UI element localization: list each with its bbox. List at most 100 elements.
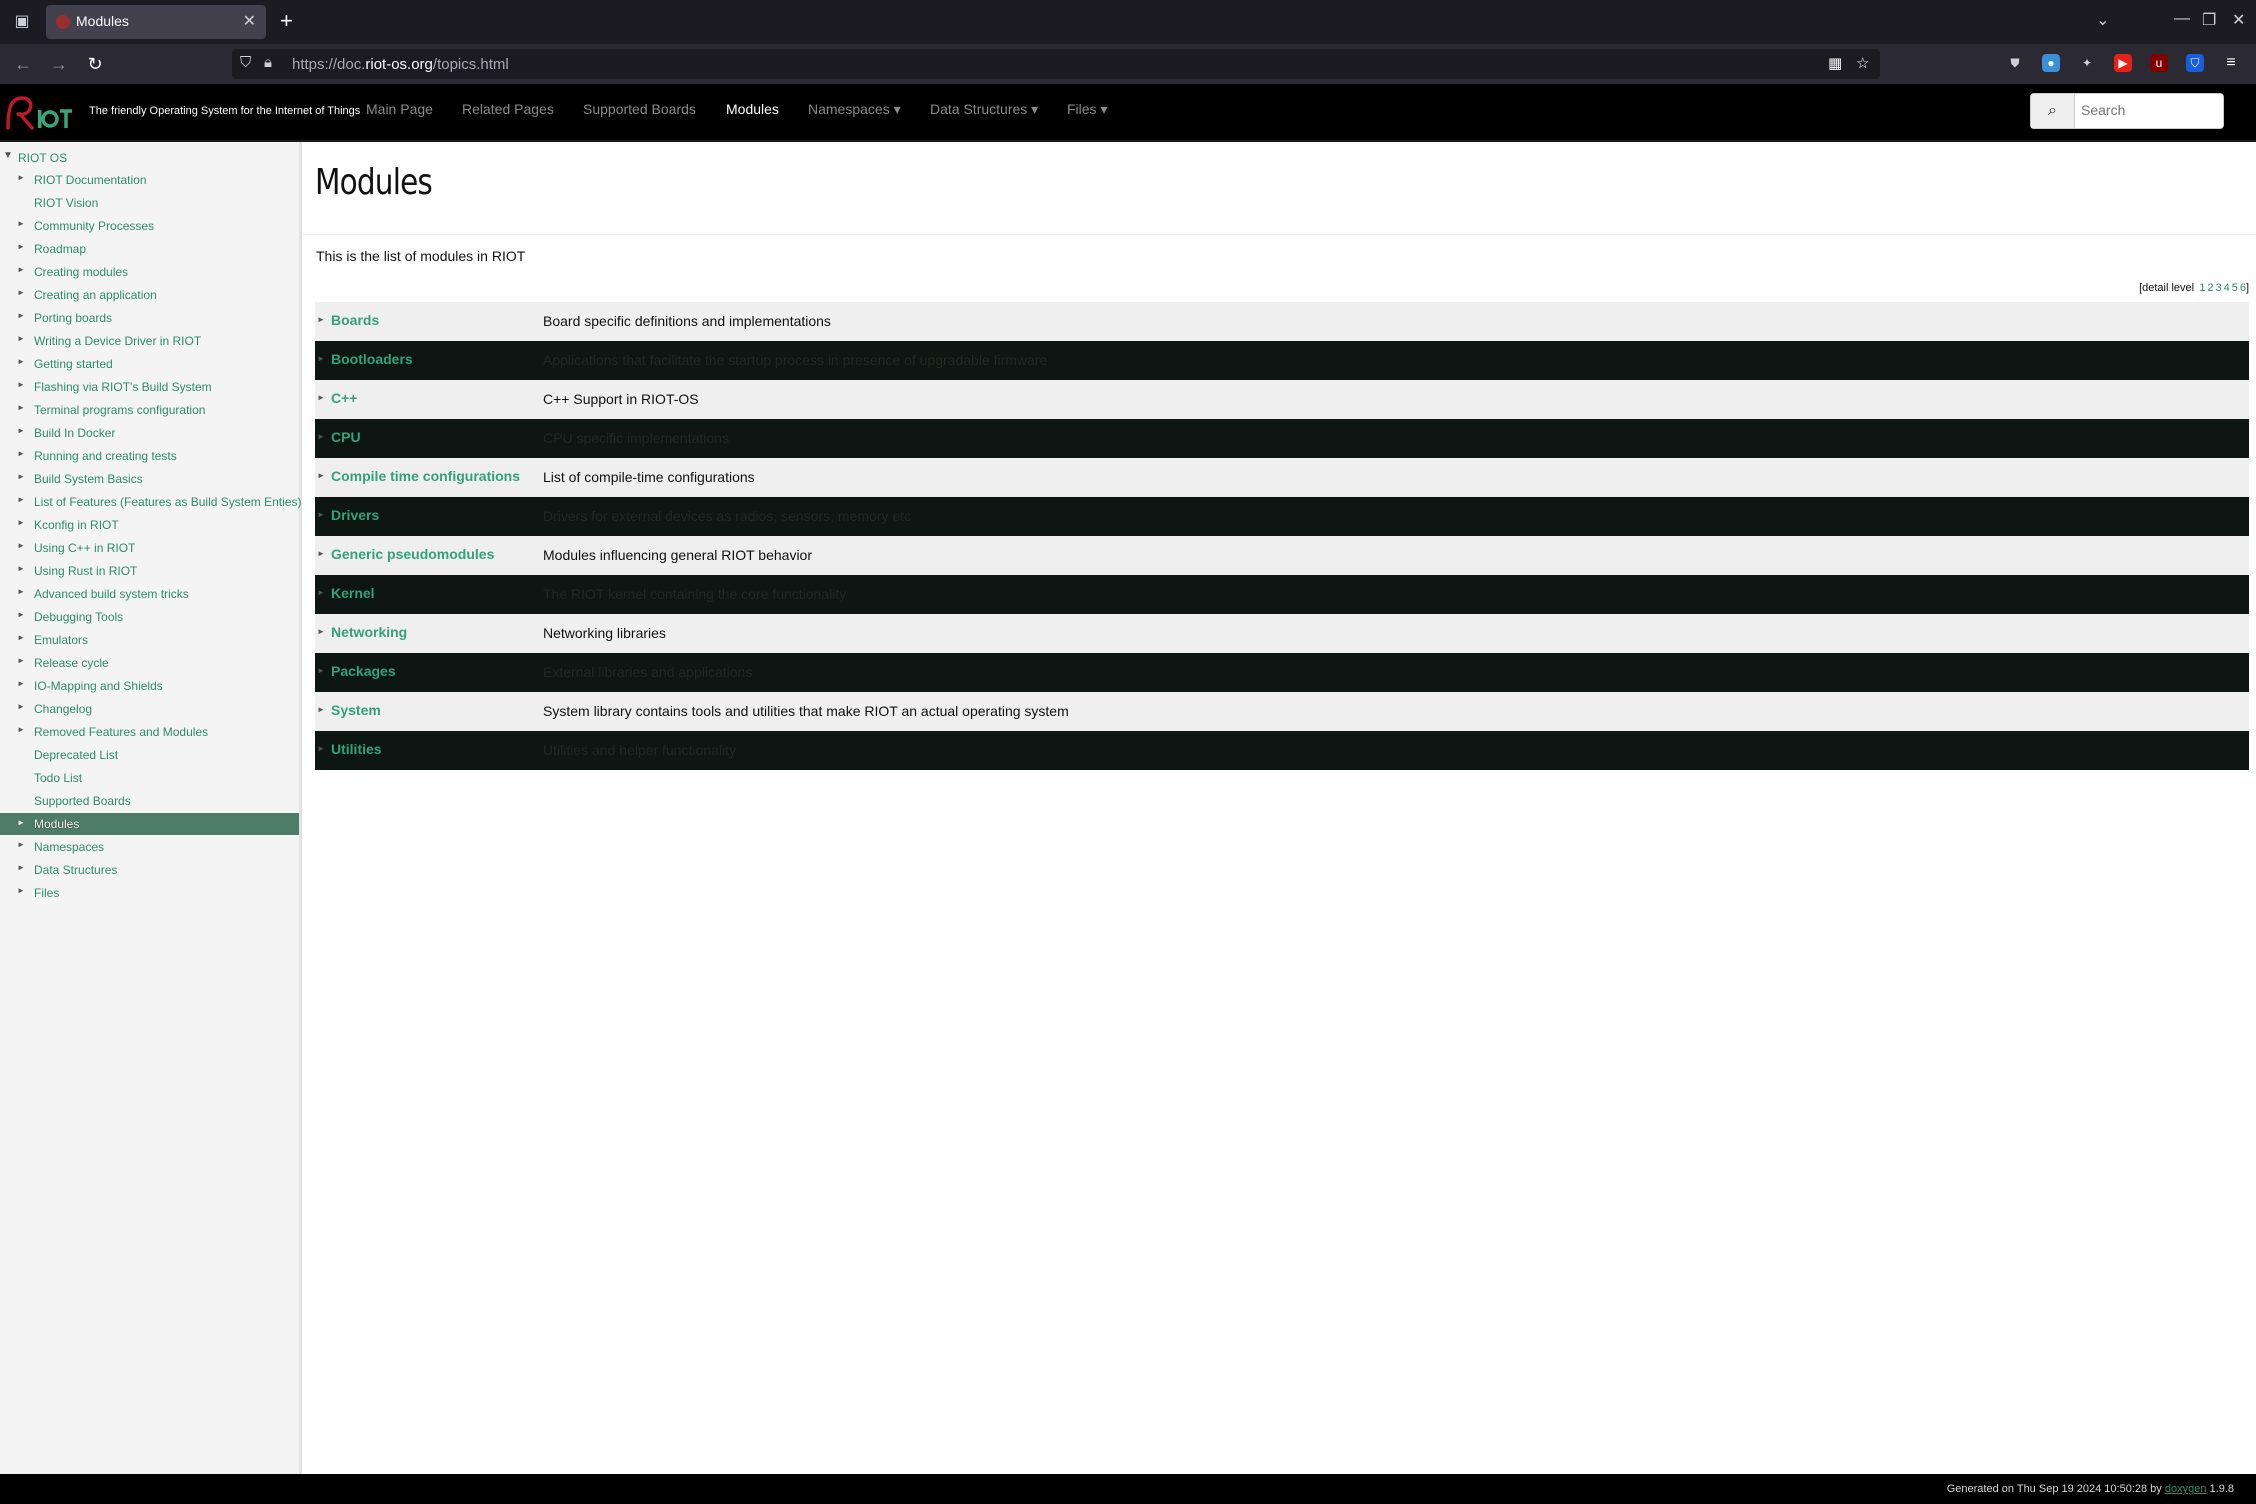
module-link[interactable]: Packages [331,663,396,679]
expand-arrow-icon[interactable]: ► [17,587,25,596]
module-link[interactable]: Utilities [331,741,382,757]
sidebar-item[interactable]: ► RIOT Documentation [0,171,299,189]
sidebar-item-label[interactable]: Running and creating tests [34,449,177,463]
sidebar-item-label[interactable]: Namespaces [34,840,104,854]
expand-arrow-icon[interactable]: ► [17,818,25,827]
expand-arrow-icon[interactable]: ► [17,357,25,366]
expand-arrow-icon[interactable]: ► [17,219,25,228]
browser-tab[interactable]: Modules ✕ [46,5,266,39]
sidebar-item[interactable]: ► Namespaces [0,838,299,856]
address-bar[interactable]: ⛉ 🔒︎ https://doc.riot-os.org/topics.html… [232,49,1880,79]
expand-arrow-icon[interactable]: ► [17,656,25,665]
sidebar-item[interactable]: ► Data Structures [0,861,299,879]
sidebar-item-label[interactable]: List of Features (Features as Build Syst… [34,495,301,509]
tab-list-icon[interactable]: ▣ [10,10,34,34]
expand-arrow-icon[interactable]: ► [17,702,25,711]
expand-arrow-icon[interactable]: ► [17,541,25,550]
sidebar-item-label[interactable]: Build In Docker [34,426,115,440]
minimize-icon[interactable]: — [2174,10,2190,28]
doxygen-link[interactable]: doxygen [2165,1483,2207,1495]
sidebar-item-label[interactable]: Debugging Tools [34,610,123,624]
sidebar-item-riot-os[interactable]: ▼ RIOT OS [0,149,299,167]
module-link[interactable]: Bootloaders [331,351,413,367]
sidebar-item-label[interactable]: Deprecated List [34,748,118,762]
sidebar-item-label[interactable]: Release cycle [34,656,109,670]
expand-arrow-icon[interactable]: ▼ [3,150,13,161]
sidebar-item[interactable]: ► Roadmap [0,240,299,258]
sidebar-item[interactable]: ► Changelog [0,700,299,718]
sidebar-item[interactable]: ► Emulators [0,631,299,649]
ublock-icon[interactable]: u [2150,54,2168,72]
sidebar-item-label[interactable]: Build System Basics [34,472,143,486]
menu-files[interactable]: Files ▾ [1067,101,1107,118]
module-link[interactable]: Kernel [331,585,375,601]
menu-main-page[interactable]: Main Page [366,101,433,117]
sidebar-item[interactable]: ► Files [0,884,299,902]
extension-icon[interactable]: ● [2042,54,2060,72]
sidebar-item-label[interactable]: RIOT Vision [34,196,98,210]
sidebar-item-label[interactable]: Using C++ in RIOT [34,541,135,555]
sidebar-item-label[interactable]: Removed Features and Modules [34,725,208,739]
expand-arrow-icon[interactable]: ► [317,705,325,714]
detail-level-2[interactable]: 2 [2207,282,2213,294]
module-link[interactable]: C++ [331,390,357,406]
expand-arrow-icon[interactable]: ► [17,518,25,527]
sidebar-item[interactable]: ► Advanced build system tricks [0,585,299,603]
expand-arrow-icon[interactable]: ► [17,426,25,435]
sidebar-item[interactable]: Supported Boards [0,792,299,810]
sidebar-item-label[interactable]: Writing a Device Driver in RIOT [34,334,201,348]
menu-hamburger-icon[interactable]: ≡ [2222,54,2240,72]
sidebar-item-label[interactable]: IO-Mapping and Shields [34,679,163,693]
new-tab-button[interactable]: + [280,9,293,33]
sidebar-item[interactable]: ► Release cycle [0,654,299,672]
sidebar-item[interactable]: ► IO-Mapping and Shields [0,677,299,695]
expand-arrow-icon[interactable]: ► [317,666,325,675]
expand-arrow-icon[interactable]: ► [17,679,25,688]
expand-arrow-icon[interactable]: ► [17,472,25,481]
sidebar-item-label[interactable]: Supported Boards [34,794,131,808]
expand-arrow-icon[interactable]: ► [317,432,325,441]
shield-icon[interactable]: ⛉ [240,54,251,71]
expand-arrow-icon[interactable]: ► [17,288,25,297]
detail-level-5[interactable]: 5 [2232,282,2238,294]
menu-related-pages[interactable]: Related Pages [462,101,554,117]
sidebar-item[interactable]: ► Build System Basics [0,470,299,488]
sidebar-item-label[interactable]: Advanced build system tricks [34,587,189,601]
sidebar-item[interactable]: ► Community Processes [0,217,299,235]
expand-arrow-icon[interactable]: ► [17,173,25,182]
sidebar-item-label[interactable]: Kconfig in RIOT [34,518,119,532]
extensions-puzzle-icon[interactable]: ✦ [2078,54,2096,72]
sidebar-item[interactable]: ► List of Features (Features as Build Sys… [0,493,301,511]
expand-arrow-icon[interactable]: ► [17,725,25,734]
expand-arrow-icon[interactable]: ► [17,334,25,343]
sidebar-item-label[interactable]: Files [34,886,59,900]
sidebar-item-label[interactable]: Creating modules [34,265,128,279]
sidebar-item-label[interactable]: Roadmap [34,242,86,256]
riot-logo[interactable] [4,92,72,132]
sidebar-item[interactable]: ► Running and creating tests [0,447,299,465]
sidebar-item[interactable]: ► Creating modules [0,263,299,281]
tab-overflow-chevron-icon[interactable]: ⌄ [2096,10,2109,30]
forward-icon[interactable]: → [46,52,72,76]
sidebar-item[interactable]: Todo List [0,769,299,787]
sidebar-item-label[interactable]: Flashing via RIOT's Build System [34,380,212,394]
sidebar-item[interactable]: ► Porting boards [0,309,299,327]
sidebar-item[interactable]: Deprecated List [0,746,299,764]
sidebar-item-label[interactable]: Creating an application [34,288,157,302]
lock-icon[interactable]: 🔒︎ [264,54,272,71]
sidebar-item-label[interactable]: Porting boards [34,311,112,325]
menu-supported-boards[interactable]: Supported Boards [583,101,696,117]
sidebar-item-label[interactable]: Modules [34,817,79,831]
detail-level-1[interactable]: 1 [2199,282,2205,294]
sidebar-item[interactable]: ► Flashing via RIOT's Build System [0,378,299,396]
sidebar-item-label[interactable]: RIOT Documentation [34,173,147,187]
sidebar-item[interactable]: ► Build In Docker [0,424,299,442]
sidebar-item[interactable]: ► Writing a Device Driver in RIOT [0,332,299,350]
module-link[interactable]: Networking [331,624,407,640]
search-input[interactable] [2081,102,2211,118]
expand-arrow-icon[interactable]: ► [17,380,25,389]
sidebar-item[interactable]: ► Creating an application [0,286,299,304]
qr-code-icon[interactable]: ▦ [1828,54,1842,72]
sidebar-item-label[interactable]: Emulators [34,633,88,647]
sidebar-item[interactable]: ► Debugging Tools [0,608,299,626]
